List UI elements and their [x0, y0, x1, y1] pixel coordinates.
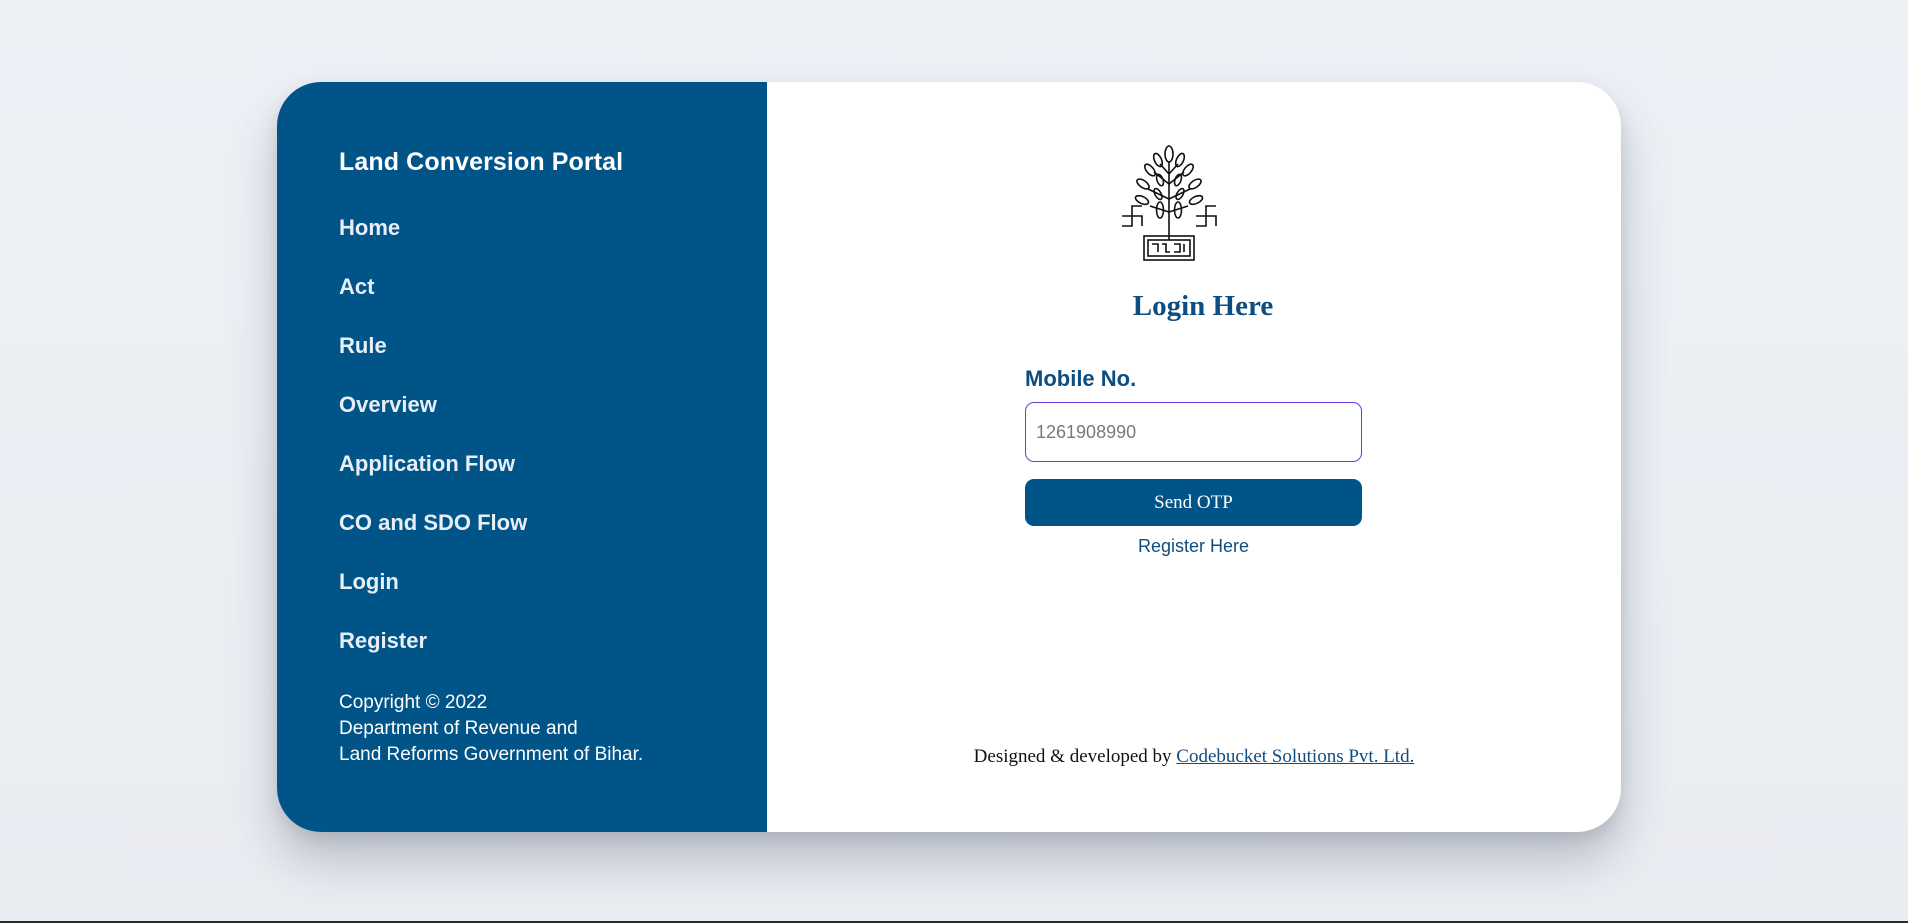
- copyright-line: Copyright © 2022: [339, 692, 488, 713]
- sidebar: Land Conversion Portal Home Act Rule Ove…: [277, 82, 767, 832]
- bihar-emblem-icon: [1122, 145, 1217, 261]
- sidebar-item-rule[interactable]: Rule: [339, 332, 527, 391]
- login-panel: Login Here Mobile No. Send OTP Register …: [767, 82, 1621, 832]
- login-card: Land Conversion Portal Home Act Rule Ove…: [277, 82, 1621, 832]
- mobile-label: Mobile No.: [1025, 366, 1137, 391]
- sidebar-item-application-flow[interactable]: Application Flow: [339, 450, 527, 509]
- sidebar-item-co-sdo-flow[interactable]: CO and SDO Flow: [339, 509, 527, 568]
- sidebar-item-act[interactable]: Act: [339, 273, 527, 332]
- page: Land Conversion Portal Home Act Rule Ove…: [0, 0, 1908, 923]
- copyright-department: Department of Revenue and: [339, 718, 578, 739]
- sidebar-item-register[interactable]: Register: [339, 627, 527, 686]
- mobile-number-input[interactable]: [1025, 402, 1362, 462]
- company-link[interactable]: Codebucket Solutions Pvt. Ltd.: [1176, 746, 1414, 767]
- sidebar-item-overview[interactable]: Overview: [339, 391, 527, 450]
- sidebar-nav: Home Act Rule Overview Application Flow …: [339, 214, 527, 686]
- register-here-link[interactable]: Register Here: [1025, 536, 1362, 557]
- footer-credit-prefix: Designed & developed by: [973, 746, 1177, 767]
- portal-brand-title: Land Conversion Portal: [339, 148, 624, 176]
- sidebar-item-login[interactable]: Login: [339, 568, 527, 627]
- copyright-government: Land Reforms Government of Bihar.: [339, 744, 644, 765]
- copyright-notice: Copyright © 2022 Department of Revenue a…: [339, 690, 643, 768]
- footer-credit: Designed & developed by Codebucket Solut…: [767, 746, 1621, 768]
- sidebar-item-home[interactable]: Home: [339, 214, 527, 273]
- login-title: Login Here: [1132, 290, 1274, 322]
- send-otp-button[interactable]: Send OTP: [1025, 479, 1362, 526]
